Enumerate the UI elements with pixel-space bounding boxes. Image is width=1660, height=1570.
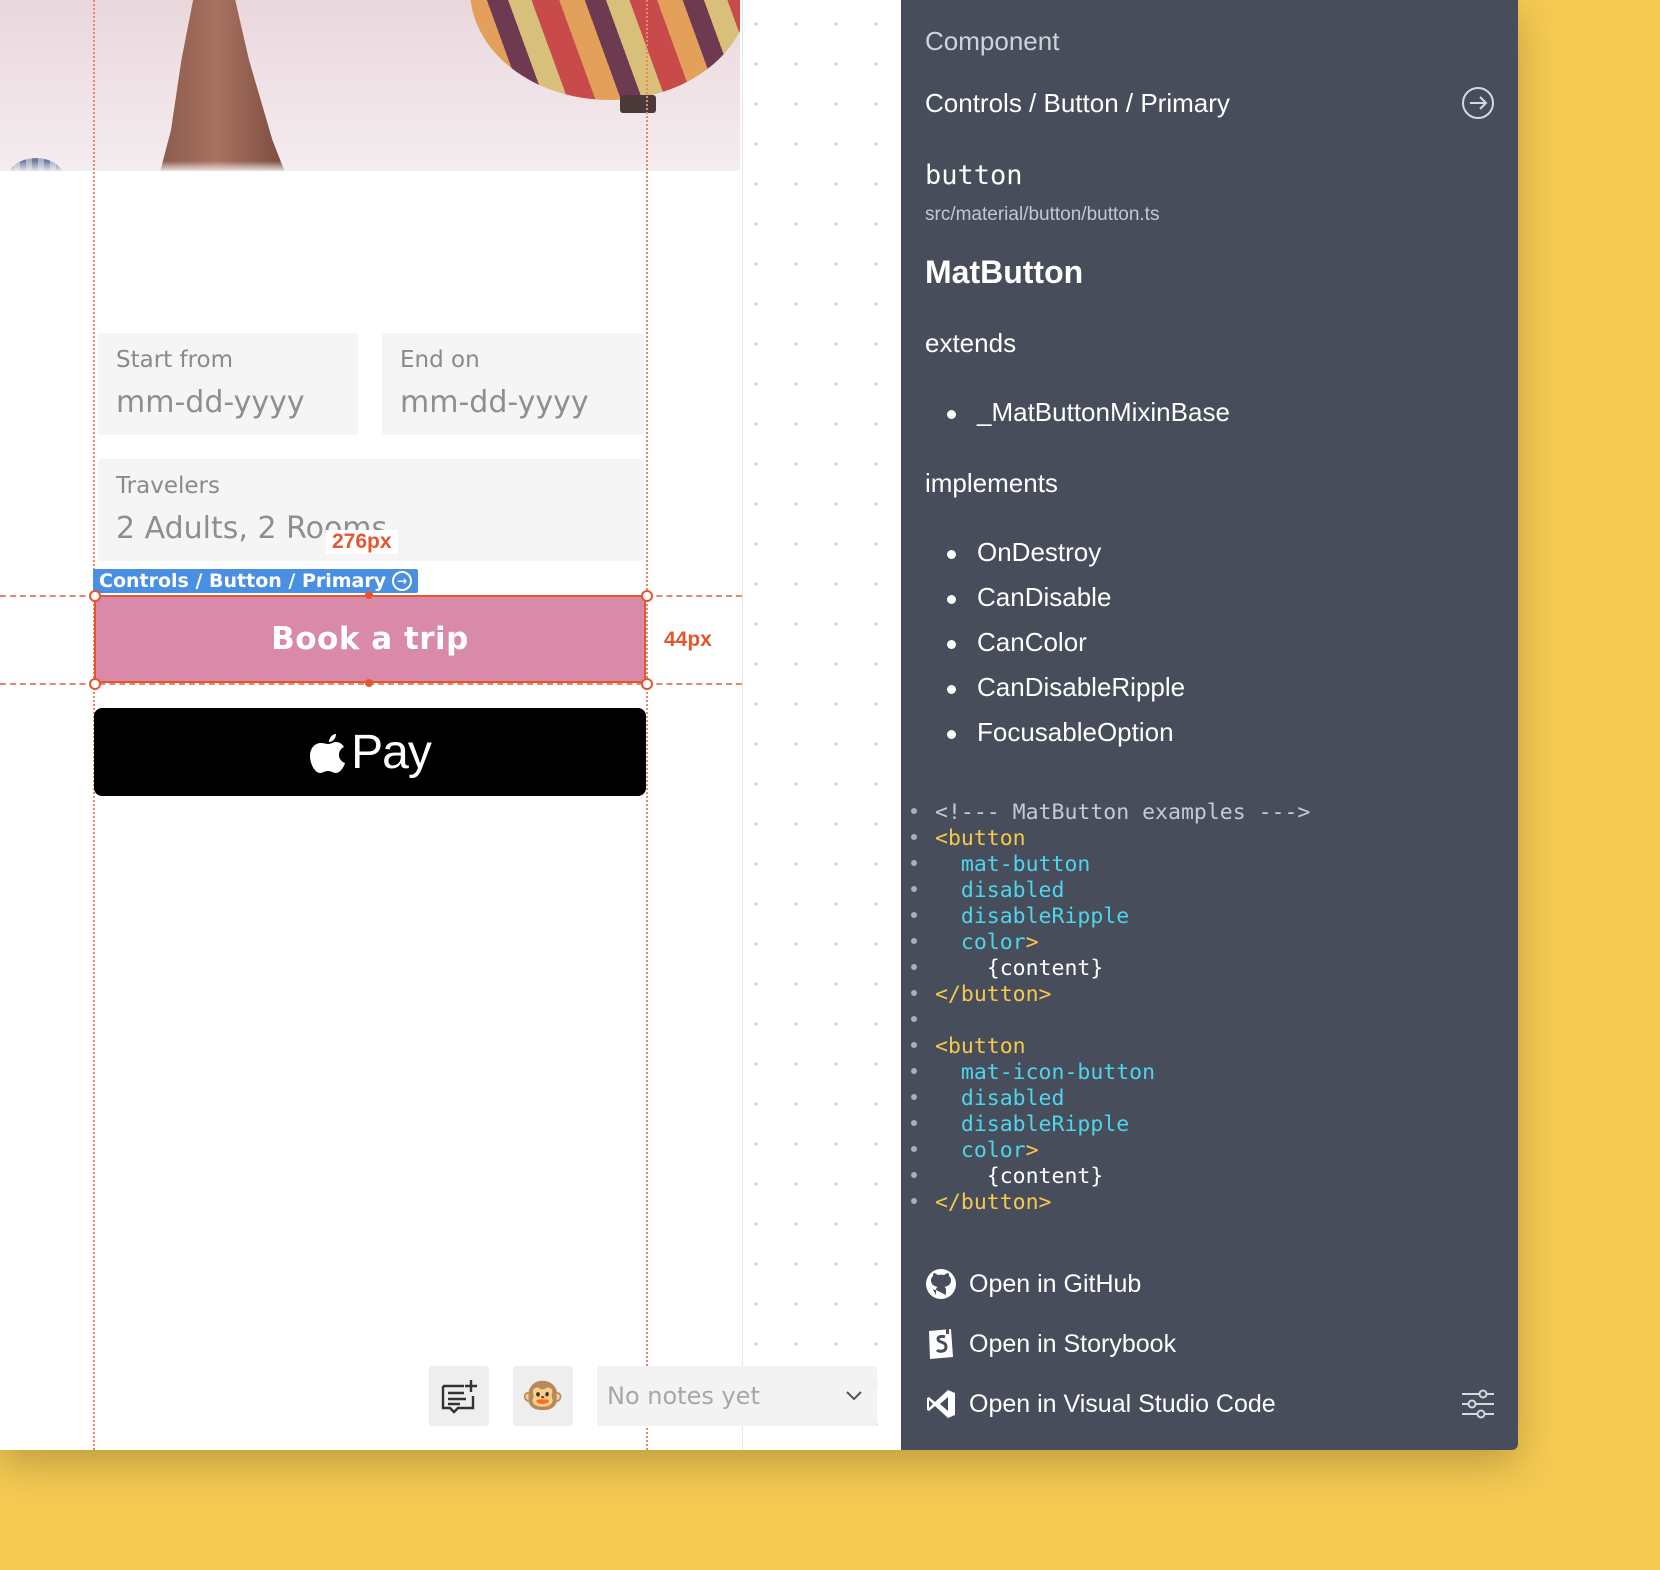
vscode-icon xyxy=(925,1388,957,1420)
code-attr: disabled xyxy=(960,1086,1065,1111)
code-line: color> xyxy=(909,930,1310,956)
extends-label: extends xyxy=(925,328,1017,358)
code-line: </button> xyxy=(909,1190,1310,1216)
code-line: </button> xyxy=(909,982,1310,1008)
code-line: <button xyxy=(909,1034,1310,1060)
end-date-label: End on xyxy=(400,347,480,373)
code-attr: disableRipple xyxy=(960,904,1130,929)
apple-pay-button[interactable]: Pay xyxy=(94,708,646,796)
component-class-name: MatButton xyxy=(925,254,1084,290)
open-github-label: Open in GitHub xyxy=(969,1269,1142,1298)
end-date-field[interactable]: End on mm-dd-yyyy xyxy=(382,333,644,435)
code-bracket: > xyxy=(1025,1138,1039,1163)
list-item: CanColor xyxy=(925,620,1185,665)
resize-handle-top-right[interactable] xyxy=(641,590,653,602)
code-line xyxy=(909,1008,1310,1034)
monkey-avatar-icon: 🐵 xyxy=(521,1377,565,1415)
open-storybook-label: Open in Storybook xyxy=(969,1329,1177,1358)
resize-handle-bottom-left[interactable] xyxy=(89,678,101,690)
list-item: _MatButtonMixinBase xyxy=(925,390,1230,435)
code-line: {content} xyxy=(909,1164,1310,1190)
height-measure: 44px xyxy=(664,628,712,651)
list-item: CanDisable xyxy=(925,575,1185,620)
code-bracket: > xyxy=(1025,930,1039,955)
component-selector: button xyxy=(925,160,1023,191)
code-comment: <!--- MatButton examples ---> xyxy=(935,800,1311,825)
goto-circle-arrow-icon: → xyxy=(392,571,413,591)
code-attr: disableRipple xyxy=(960,1112,1130,1137)
code-line: disabled xyxy=(909,1086,1310,1112)
inspector-panel: Component Controls / Button / Primary bu… xyxy=(901,0,1518,1450)
hero-image xyxy=(0,0,740,171)
storybook-icon xyxy=(925,1328,957,1360)
end-date-placeholder: mm-dd-yyyy xyxy=(400,385,589,420)
list-item: OnDestroy xyxy=(925,530,1185,575)
chevron-down-icon xyxy=(846,1391,862,1401)
code-line: disableRipple xyxy=(909,904,1310,930)
code-attr: disabled xyxy=(960,878,1065,903)
list-item: FocusableOption xyxy=(925,710,1185,755)
code-close-tag: </button> xyxy=(935,982,1052,1007)
implements-label: implements xyxy=(925,468,1058,498)
goto-circle-arrow-icon[interactable] xyxy=(1461,86,1495,120)
settings-sliders-icon[interactable] xyxy=(1461,1389,1495,1419)
component-tag-label: Controls / Button / Primary xyxy=(99,570,387,592)
width-measure: 276px xyxy=(326,530,398,554)
code-content: {content} xyxy=(986,1164,1104,1189)
start-date-field[interactable]: Start from mm-dd-yyyy xyxy=(98,333,358,435)
travelers-label: Travelers xyxy=(116,473,220,499)
notes-placeholder: No notes yet xyxy=(607,1382,760,1410)
code-close-tag: </button> xyxy=(935,1190,1052,1215)
hero-basket xyxy=(620,95,656,113)
code-line: {content} xyxy=(909,956,1310,982)
apple-logo-icon xyxy=(310,734,346,773)
open-vscode-label: Open in Visual Studio Code xyxy=(969,1389,1276,1418)
resize-handle-bottom-right[interactable] xyxy=(641,678,653,690)
code-line: <button xyxy=(909,826,1310,852)
code-line: disableRipple xyxy=(909,1112,1310,1138)
hero-fade xyxy=(0,161,740,171)
component-path: Controls / Button / Primary xyxy=(925,88,1230,118)
design-canvas[interactable]: Start from mm-dd-yyyy End on mm-dd-yyyy … xyxy=(0,0,901,1450)
resize-handle-top-mid[interactable] xyxy=(365,591,373,599)
code-attr: color xyxy=(960,1138,1026,1163)
code-attr: mat-icon-button xyxy=(960,1060,1156,1085)
code-attr: color xyxy=(960,930,1026,955)
code-open-tag: <button xyxy=(935,826,1026,851)
code-example: <!--- MatButton examples ---> <button ma… xyxy=(909,800,1310,1216)
app-window: Start from mm-dd-yyyy End on mm-dd-yyyy … xyxy=(0,0,1518,1450)
code-open-tag: <button xyxy=(935,1034,1026,1059)
extends-list: _MatButtonMixinBase xyxy=(925,390,1230,435)
open-github-link[interactable]: Open in GitHub xyxy=(925,1268,1141,1300)
hero-rock xyxy=(158,0,288,171)
avatar-button[interactable]: 🐵 xyxy=(513,1366,573,1426)
artboard[interactable]: Start from mm-dd-yyyy End on mm-dd-yyyy … xyxy=(0,0,743,1450)
start-date-placeholder: mm-dd-yyyy xyxy=(116,385,305,420)
apple-pay-label: Pay xyxy=(351,725,432,779)
add-note-icon xyxy=(441,1380,477,1414)
code-line: color> xyxy=(909,1138,1310,1164)
notes-dropdown[interactable]: No notes yet xyxy=(597,1366,877,1426)
component-file-path: src/material/button/button.ts xyxy=(925,204,1160,225)
panel-heading: Component xyxy=(925,26,1060,56)
hero-balloon xyxy=(470,0,740,100)
code-line: disabled xyxy=(909,878,1310,904)
code-line: mat-button xyxy=(909,852,1310,878)
guide-right xyxy=(646,0,648,1450)
add-note-button[interactable] xyxy=(429,1366,489,1426)
implements-list: OnDestroy CanDisable CanColor CanDisable… xyxy=(925,530,1185,755)
open-vscode-link[interactable]: Open in Visual Studio Code xyxy=(925,1388,1276,1420)
code-content: {content} xyxy=(986,956,1104,981)
open-storybook-link[interactable]: Open in Storybook xyxy=(925,1328,1176,1360)
code-line: <!--- MatButton examples ---> xyxy=(909,800,1310,826)
code-line: mat-icon-button xyxy=(909,1060,1310,1086)
resize-handle-bottom-mid[interactable] xyxy=(365,679,373,687)
list-item: CanDisableRipple xyxy=(925,665,1185,710)
code-attr: mat-button xyxy=(960,852,1091,877)
github-icon xyxy=(925,1268,957,1300)
resize-handle-top-left[interactable] xyxy=(89,590,101,602)
book-trip-button[interactable]: Book a trip xyxy=(94,595,646,683)
component-tag[interactable]: Controls / Button / Primary → xyxy=(93,569,419,593)
start-date-label: Start from xyxy=(116,347,234,373)
